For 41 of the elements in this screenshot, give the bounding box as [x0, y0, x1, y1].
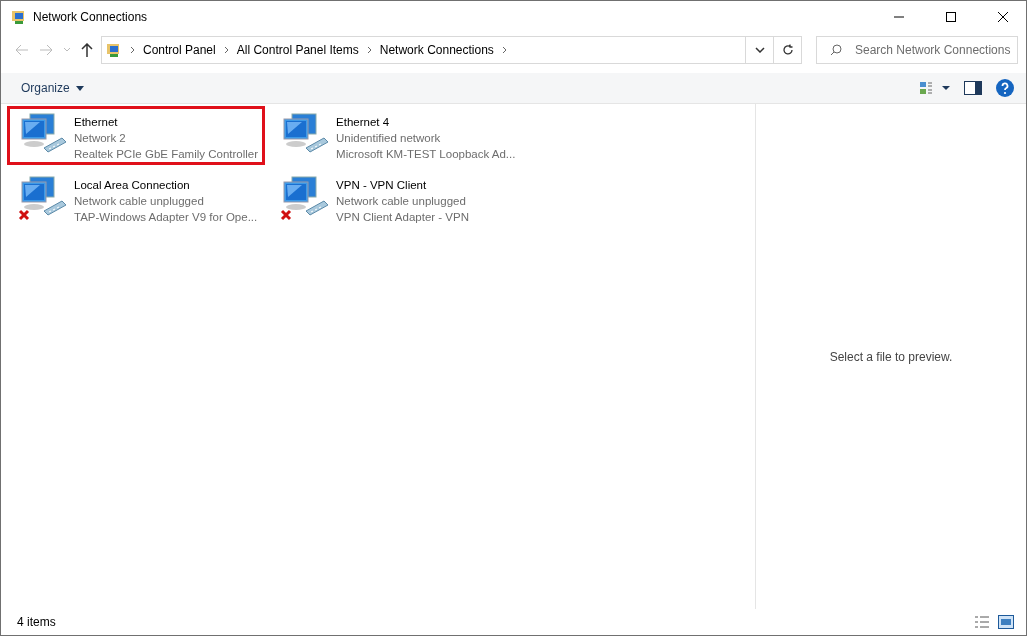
connection-status: Network 2: [74, 131, 127, 146]
network-connection-item[interactable]: Ethernet 4 Unidentified network Microsoft KM-TEST Loopback Ad...: [269, 106, 528, 165]
connection-status: Network cable unplugged: [336, 194, 467, 209]
preview-pane-button[interactable]: [964, 81, 982, 95]
preview-message: Select a file to preview.: [829, 349, 953, 364]
caret-icon: [75, 85, 84, 91]
connection-name: Ethernet 4: [336, 115, 391, 130]
adapter-name: TAP-Windows Adapter V9 for Ope...: [74, 210, 258, 225]
chevron-icon: [223, 46, 229, 54]
connection-name: VPN - VPN Client: [336, 178, 428, 193]
connection-status: Network cable unplugged: [74, 194, 205, 209]
adapter-name: Realtek PCIe GbE Family Controller: [74, 147, 259, 162]
refresh-icon: [781, 44, 794, 56]
organize-menu-button[interactable]: Organize: [21, 81, 84, 95]
network-folder-icon: [106, 42, 122, 58]
window-title: Network Connections: [33, 10, 149, 24]
connection-name: Local Area Connection: [74, 178, 191, 193]
up-button[interactable]: [79, 43, 95, 57]
view-options-button[interactable]: [920, 81, 950, 95]
address-bar[interactable]: Control Panel All Control Panel Items Network Connections: [101, 36, 802, 64]
search-field[interactable]: Search Network Connections: [816, 36, 1018, 64]
network-connection-item[interactable]: VPN - VPN Client Network cable unplugged VPN Client Adapter - VPN: [269, 169, 528, 228]
network-connection-item[interactable]: Ethernet Network 2 Realtek PCIe GbE Family Controller: [7, 106, 266, 165]
chevron-icon: [130, 46, 135, 54]
large-icons-view-button[interactable]: [998, 615, 1014, 629]
adapter-name: Microsoft KM-TEST Loopback Ad...: [336, 147, 516, 162]
item-count: 4 items: [17, 615, 56, 629]
breadcrumb-item[interactable]: Control Panel: [143, 43, 216, 57]
close-icon: [998, 12, 1008, 22]
chevron-icon: [501, 46, 507, 54]
connection-name: Ethernet: [74, 115, 119, 130]
breadcrumb-item[interactable]: Network Connections: [379, 43, 494, 57]
help-button[interactable]: [996, 79, 1014, 97]
chevron-icon: [366, 46, 372, 54]
connection-status: Unidentified network: [336, 131, 442, 146]
breadcrumb-item[interactable]: All Control Panel Items: [236, 43, 359, 57]
network-connection-item[interactable]: Local Area Connection Network cable unplugged TAP-Windows Adapter V9 for Ope...: [7, 169, 266, 228]
maximize-icon: [946, 12, 956, 22]
network-folder-icon: [11, 9, 27, 25]
chevron-down-icon: [754, 47, 765, 53]
adapter-name: VPN Client Adapter - VPN: [336, 210, 469, 225]
